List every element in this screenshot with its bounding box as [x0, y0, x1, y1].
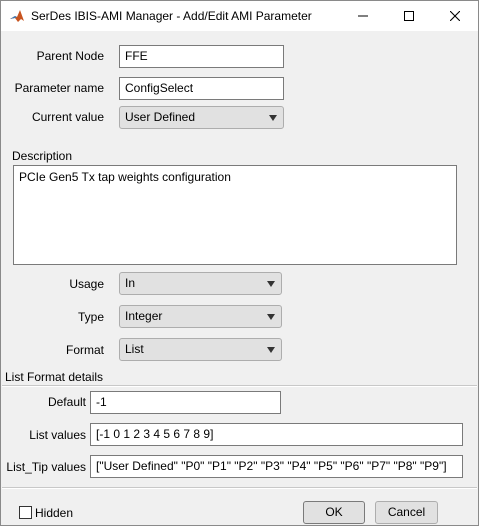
description-textarea[interactable]: PCIe Gen5 Tx tap weights configuration: [13, 165, 457, 265]
close-icon: [450, 11, 460, 21]
chevron-down-icon: [267, 347, 275, 353]
footer-divider-highlight: [2, 488, 477, 489]
section-divider-highlight: [2, 386, 477, 387]
minimize-button[interactable]: [340, 1, 386, 31]
chevron-down-icon: [267, 314, 275, 320]
usage-label: Usage: [69, 277, 104, 291]
type-dropdown[interactable]: Integer: [119, 305, 282, 328]
parent-node-label: Parent Node: [36, 49, 104, 63]
title-bar[interactable]: SerDes IBIS-AMI Manager - Add/Edit AMI P…: [1, 1, 478, 31]
parent-node-field[interactable]: FFE: [119, 45, 284, 68]
list-format-heading: List Format details: [5, 370, 104, 384]
parameter-name-field[interactable]: ConfigSelect: [119, 77, 284, 100]
usage-selected: In: [125, 276, 136, 290]
close-button[interactable]: [432, 1, 478, 31]
format-dropdown[interactable]: List: [119, 338, 282, 361]
current-value-dropdown[interactable]: User Defined: [119, 106, 284, 129]
minimize-icon: [358, 15, 368, 17]
list-values-label: List values: [29, 428, 86, 442]
matlab-icon: [10, 10, 24, 22]
format-selected: List: [125, 342, 144, 356]
list-values-field[interactable]: [-1 0 1 2 3 4 5 6 7 8 9]: [90, 423, 463, 446]
description-label: Description: [12, 149, 73, 163]
type-selected: Integer: [125, 309, 163, 323]
current-value-selected: User Defined: [125, 110, 196, 124]
list-tip-values-label: List_Tip values: [6, 460, 86, 474]
window-title: SerDes IBIS-AMI Manager - Add/Edit AMI P…: [31, 9, 312, 23]
chevron-down-icon: [267, 281, 275, 287]
default-field[interactable]: -1: [90, 391, 281, 414]
current-value-label: Current value: [31, 110, 104, 124]
maximize-button[interactable]: [386, 1, 432, 31]
hidden-checkbox[interactable]: [19, 506, 32, 519]
cancel-button[interactable]: Cancel: [375, 501, 438, 524]
usage-dropdown[interactable]: In: [119, 272, 282, 295]
chevron-down-icon: [269, 115, 277, 121]
dialog-window: SerDes IBIS-AMI Manager - Add/Edit AMI P…: [0, 0, 479, 526]
default-label: Default: [47, 395, 86, 409]
list-tip-values-field[interactable]: ["User Defined" "P0" "P1" "P2" "P3" "P4"…: [90, 455, 463, 478]
type-label: Type: [77, 310, 104, 324]
format-label: Format: [65, 343, 104, 357]
ok-button[interactable]: OK: [303, 501, 365, 524]
parameter-name-label: Parameter name: [14, 81, 104, 95]
hidden-label[interactable]: Hidden: [35, 506, 73, 520]
maximize-icon: [404, 11, 414, 21]
